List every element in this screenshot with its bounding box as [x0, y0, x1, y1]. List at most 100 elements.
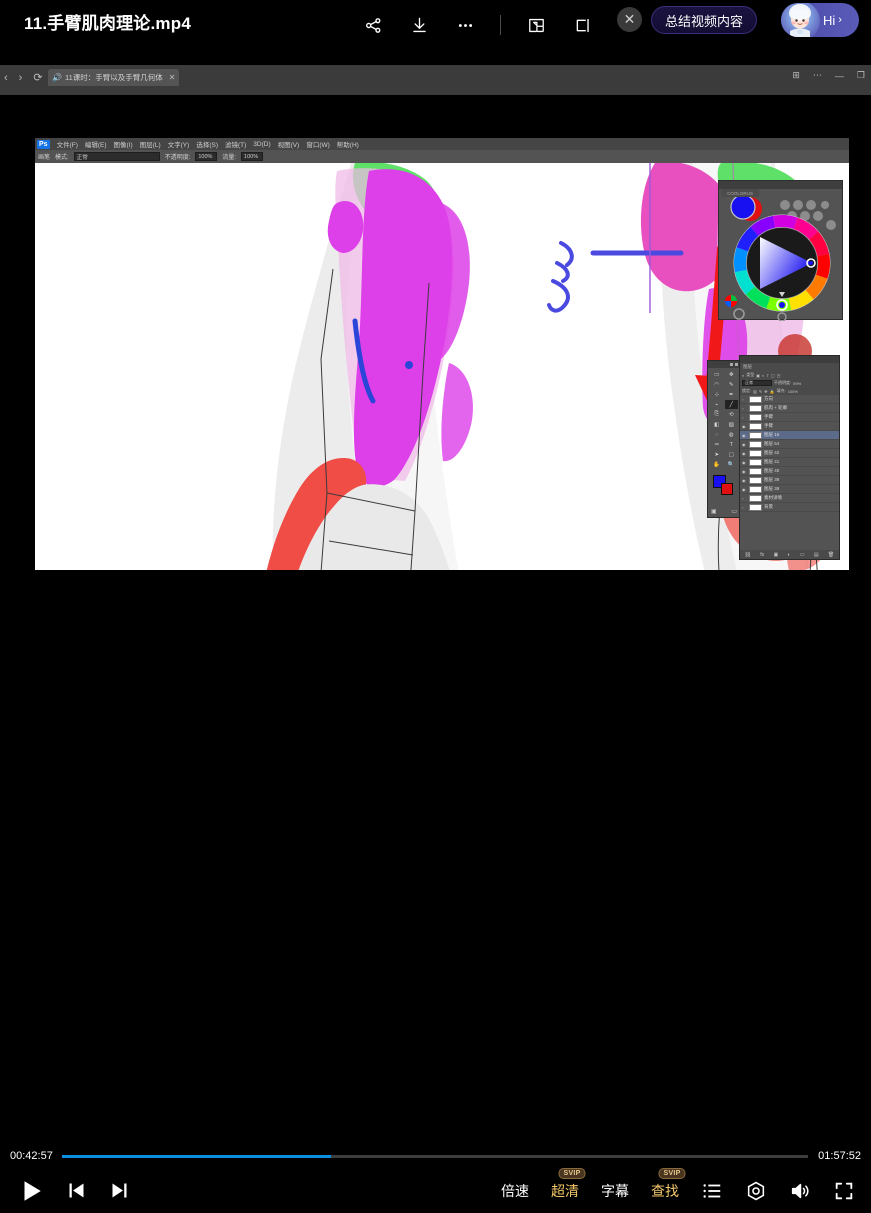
panel-toggle-icon[interactable]	[569, 12, 595, 38]
layer-visibility-icon[interactable]: ◉	[742, 424, 747, 429]
forward-icon[interactable]: ›	[19, 72, 23, 84]
download-icon[interactable]	[406, 12, 432, 38]
layer-row[interactable]: ◉图层 16	[740, 431, 839, 440]
fullscreen-icon[interactable]	[833, 1180, 855, 1202]
coolorus-color-panel[interactable]: COOLORUS	[718, 180, 843, 320]
back-icon[interactable]: ‹	[4, 72, 8, 84]
tool-magicwand-icon[interactable]: ✎	[725, 380, 739, 389]
layer-visibility-icon[interactable]: ▫	[742, 406, 747, 411]
tool-crop-icon[interactable]: ⊹	[710, 390, 724, 399]
menu-item-help[interactable]: 帮助(H)	[337, 139, 359, 149]
filter-shape-icon[interactable]: ▢	[771, 373, 775, 378]
volume-icon[interactable]	[789, 1180, 811, 1202]
coolorus-tab-label[interactable]: COOLORUS	[721, 189, 759, 197]
settings-icon[interactable]	[745, 1180, 767, 1202]
picture-in-picture-icon[interactable]	[523, 12, 549, 38]
layers-panel-header[interactable]	[740, 356, 839, 363]
grid-icon[interactable]: ⊞	[792, 70, 800, 81]
layer-row[interactable]: ◉手臂	[740, 422, 839, 431]
layer-visibility-icon[interactable]: ▫	[742, 397, 747, 402]
tool-shape-icon[interactable]: ▢	[725, 450, 739, 459]
layer-row[interactable]: ▫肌肉 + 轮廓	[740, 404, 839, 413]
layer-row[interactable]: ▫方向	[740, 395, 839, 404]
tool-gradient-icon[interactable]: ▨	[725, 420, 739, 429]
tool-hand-icon[interactable]: ✋	[710, 460, 724, 469]
layers-panel-title[interactable]: 图层	[740, 363, 839, 371]
blend-mode-dropdown[interactable]: 正常	[742, 380, 772, 386]
color-swatches[interactable]	[713, 475, 735, 495]
menu-item-edit[interactable]: 编辑(E)	[85, 139, 107, 149]
tool-historybrush-icon[interactable]: ⟲	[725, 410, 739, 419]
layer-mask-icon[interactable]: ▣	[773, 552, 778, 558]
browser-more-icon[interactable]: ⋯	[813, 70, 822, 81]
video-viewport[interactable]: ‹ › ⟳ 🔊 11课时：手臂以及手臂几何体 ✕ ⊞ ⋯ — ❐ Ps 文件(F…	[0, 50, 871, 570]
coolorus-header[interactable]	[719, 181, 842, 189]
play-button[interactable]	[18, 1178, 44, 1204]
menu-item-3d[interactable]: 3D(D)	[253, 141, 270, 148]
layer-opacity-value[interactable]: 59%	[793, 381, 801, 386]
subtitle-button[interactable]: 字幕	[601, 1181, 629, 1201]
search-button[interactable]: SVIP 查找	[651, 1181, 679, 1201]
tool-brush-icon[interactable]: ╱	[725, 400, 739, 409]
share-icon[interactable]	[360, 12, 386, 38]
next-button[interactable]	[109, 1180, 130, 1201]
toolbox-header[interactable]	[708, 361, 740, 368]
tool-lasso-icon[interactable]: ◠	[710, 380, 724, 389]
layer-row[interactable]: ◉图层 40	[740, 467, 839, 476]
lock-image-icon[interactable]: ✎	[759, 389, 762, 394]
menu-item-type[interactable]: 文字(Y)	[168, 139, 190, 149]
tool-eyedropper-icon[interactable]: ✒	[725, 390, 739, 399]
lock-all-icon[interactable]: 🔒	[770, 389, 775, 394]
close-button[interactable]: ✕	[617, 7, 642, 32]
layer-row[interactable]: ◉图层 38	[740, 485, 839, 494]
menu-item-layer[interactable]: 图层(L)	[140, 139, 161, 149]
menu-item-view[interactable]: 视图(V)	[278, 139, 300, 149]
lock-transparent-icon[interactable]: ▨	[753, 389, 757, 394]
tool-zoom-icon[interactable]: 🔍	[725, 460, 739, 469]
filter-adjust-icon[interactable]: ◐	[762, 373, 764, 378]
layer-style-icon[interactable]: fx	[760, 552, 764, 558]
browser-tab[interactable]: 🔊 11课时：手臂以及手臂几何体 ✕	[48, 69, 179, 86]
screenmode-icon[interactable]: ▭	[731, 508, 737, 515]
opacity-value[interactable]: 100%	[195, 152, 217, 161]
layer-visibility-icon[interactable]: ▫	[742, 496, 747, 501]
tool-blur-icon[interactable]: ◌	[710, 430, 724, 439]
layer-row[interactable]: ▫手臂	[740, 413, 839, 422]
adjustment-layer-icon[interactable]: ◐	[788, 552, 791, 558]
layer-row[interactable]: ◉图层 41	[740, 458, 839, 467]
more-icon[interactable]	[452, 12, 478, 38]
blend-mode-select[interactable]: 正常	[74, 152, 160, 161]
layer-visibility-icon[interactable]: ◉	[742, 487, 747, 492]
layers-blend-row[interactable]: 正常 不透明度: 59%	[740, 379, 839, 387]
layer-row[interactable]: ◉图层 42	[740, 449, 839, 458]
layer-visibility-icon[interactable]: ◉	[742, 451, 747, 456]
layer-visibility-icon[interactable]: ◉	[742, 442, 747, 447]
delete-layer-icon[interactable]: 🗑	[828, 552, 834, 558]
assistant-greeting-button[interactable]: Hi ›	[781, 3, 859, 37]
layer-row[interactable]: ◉图层 54	[740, 440, 839, 449]
progress-bar-track[interactable]	[62, 1155, 808, 1158]
tool-type-icon[interactable]: T	[725, 440, 739, 449]
playlist-icon[interactable]	[701, 1180, 723, 1202]
new-group-icon[interactable]: ▭	[800, 552, 805, 558]
photoshop-toolbox[interactable]: ▭ ✥ ◠ ✎ ⊹ ✒ ⌁ ╱ ⎘ ⟲ ◧ ▨ ◌ ◍ ✑ T ➤ ▢ ✋ 🔍 …	[707, 360, 741, 518]
tool-stamp-icon[interactable]: ⎘	[710, 410, 724, 419]
layer-visibility-icon[interactable]: ◉	[742, 433, 747, 438]
layer-row[interactable]: ◉图层 39	[740, 476, 839, 485]
tool-dodge-icon[interactable]: ◍	[725, 430, 739, 439]
tool-move-icon[interactable]: ✥	[725, 370, 739, 379]
flow-value[interactable]: 100%	[241, 152, 263, 161]
lock-position-icon[interactable]: ✥	[764, 389, 767, 394]
layers-panel[interactable]: 图层 ⌕ 类型 ▣ ◐ T ▢ ◳ 正常 不透明度: 59% 锁定: ▨ ✎ ✥…	[739, 355, 840, 560]
tool-eraser-icon[interactable]: ◧	[710, 420, 724, 429]
tool-healing-icon[interactable]: ⌁	[710, 400, 724, 409]
filter-pixel-icon[interactable]: ▣	[756, 373, 760, 378]
menu-item-image[interactable]: 图像(I)	[114, 139, 133, 149]
tab-close-icon[interactable]: ✕	[169, 73, 176, 82]
menu-item-filter[interactable]: 滤镜(T)	[225, 139, 246, 149]
menu-item-file[interactable]: 文件(F)	[57, 139, 78, 149]
layers-lock-row[interactable]: 锁定: ▨ ✎ ✥ 🔒 填充: 100%	[740, 387, 839, 395]
layer-row[interactable]: ▫背景	[740, 503, 839, 512]
layer-visibility-icon[interactable]: ▫	[742, 505, 747, 510]
filter-type-icon[interactable]: T	[766, 373, 768, 378]
